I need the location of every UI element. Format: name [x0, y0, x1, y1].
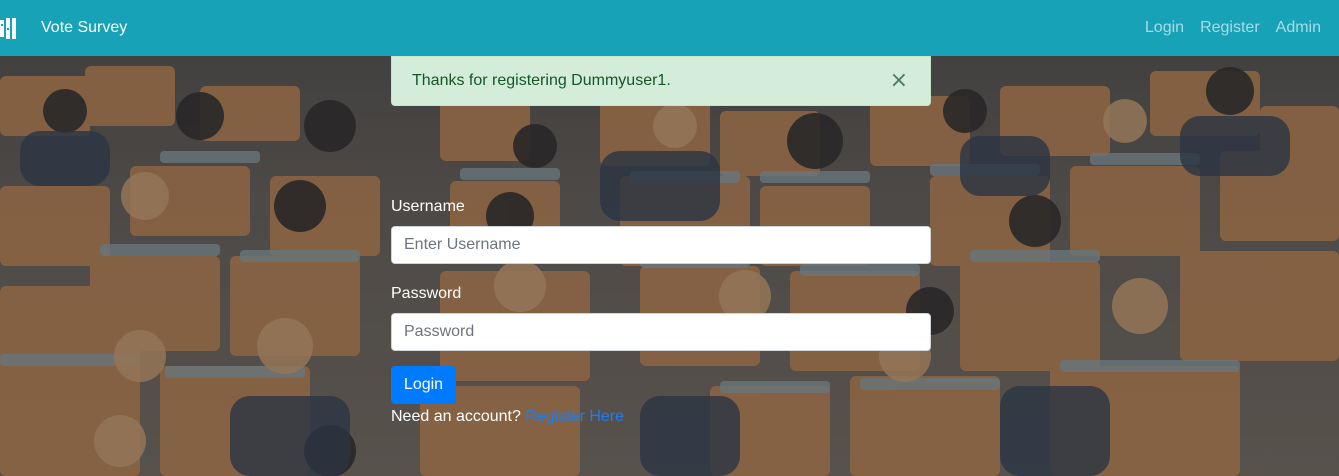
success-alert: Thanks for registering Dummyuser1. × [391, 56, 931, 106]
close-icon[interactable]: × [890, 70, 908, 92]
columns-icon [0, 18, 16, 39]
password-label: Password [391, 285, 462, 302]
alert-message: Thanks for registering Dummyuser1. [412, 72, 671, 89]
username-label: Username [391, 198, 465, 215]
brand-link[interactable]: Vote Survey [41, 18, 127, 38]
nav-links: Login Register Admin [1145, 18, 1321, 38]
register-here-link[interactable]: Register Here [525, 408, 624, 425]
login-button[interactable]: Login [391, 366, 456, 404]
account-prompt-text: Need an account? [391, 408, 526, 425]
login-form: Username Password Login Need an account?… [391, 197, 931, 425]
register-prompt: Need an account? Register Here [391, 407, 624, 427]
username-input[interactable] [391, 226, 931, 264]
navbar: Vote Survey Login Register Admin [0, 0, 1339, 56]
nav-register-link[interactable]: Register [1200, 18, 1260, 38]
nav-login-link[interactable]: Login [1145, 18, 1184, 38]
password-input[interactable] [391, 313, 931, 351]
nav-admin-link[interactable]: Admin [1276, 18, 1321, 38]
